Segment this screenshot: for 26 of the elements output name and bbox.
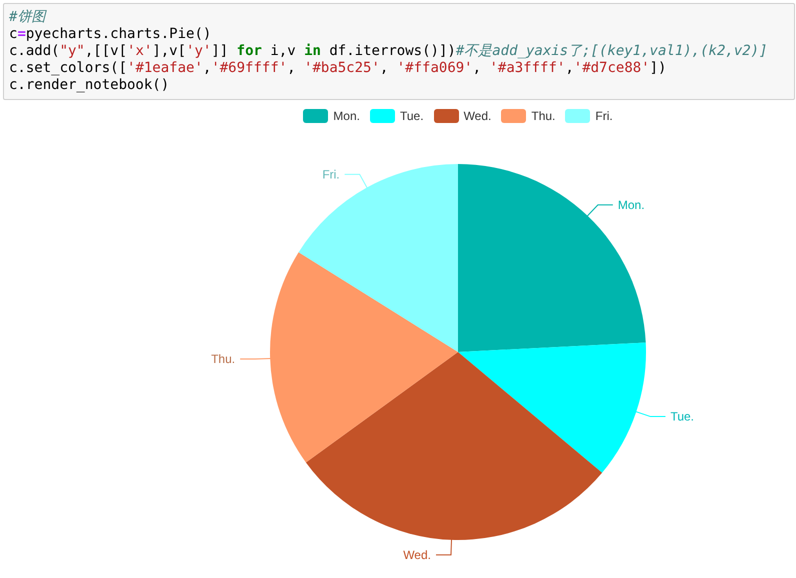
code-line: c=pyecharts.charts.Pie() — [9, 26, 212, 43]
leader-line — [586, 204, 614, 217]
legend-swatch[interactable] — [303, 109, 328, 123]
legend-swatch[interactable] — [501, 109, 526, 123]
leader-line — [634, 410, 666, 418]
slice-label: Mon. — [618, 198, 645, 212]
slice-label: Fri. — [322, 167, 340, 182]
code-line: c.set_colors(['#1eafae','#69ffff', '#ba5c25', '#ffa069', '#a3ffff','#d7ce88']) — [9, 60, 668, 77]
legend-label[interactable]: Mon. — [333, 109, 360, 123]
leader-line — [240, 358, 272, 360]
legend-label[interactable]: Thu. — [531, 109, 556, 123]
leader-line — [435, 538, 452, 556]
legend-swatch[interactable] — [565, 109, 590, 123]
code-line: c.render_notebook() — [9, 77, 170, 94]
legend-label[interactable]: Wed. — [464, 109, 492, 123]
code-line: c.add("y",[[v['x'],v['y']] for i,v in df.iterrows()])#不是add_yaxis了;[(key1,val1),(k2,v2)] — [9, 43, 769, 60]
legend-label[interactable]: Fri. — [595, 109, 613, 123]
leader-line — [344, 174, 368, 189]
legend-swatch[interactable] — [370, 109, 395, 123]
code-line: #饼图 — [9, 9, 48, 26]
slice-label: Wed. — [403, 548, 431, 562]
code-cell[interactable] — [3, 3, 795, 100]
legend-swatch[interactable] — [434, 109, 459, 123]
legend-label[interactable]: Tue. — [400, 109, 424, 123]
slice-label: Tue. — [670, 410, 694, 424]
slice-label: Thu. — [211, 352, 236, 366]
